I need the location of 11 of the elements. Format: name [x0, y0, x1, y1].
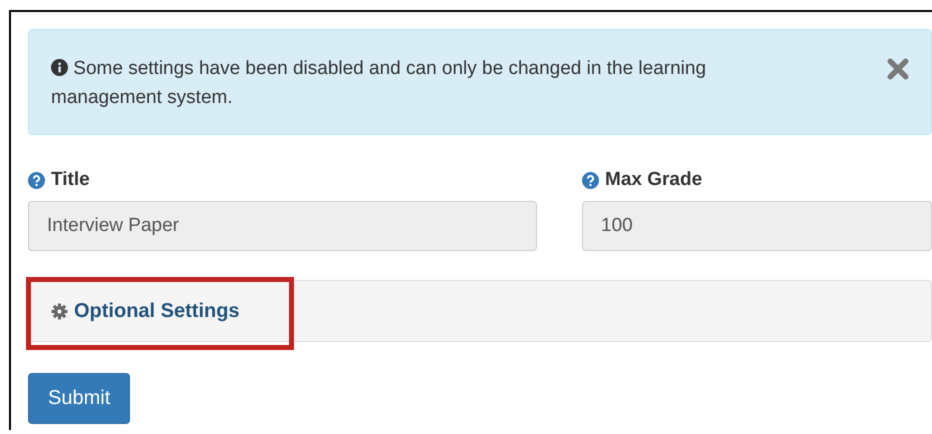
help-icon	[28, 172, 45, 188]
close-icon	[887, 58, 909, 80]
field-label: Max Grade	[605, 169, 702, 191]
close-button[interactable]	[887, 58, 909, 81]
optional-settings-toggle[interactable]: Optional Settings	[51, 300, 240, 322]
alert-message: Some settings have been disabled and can only be changed in the learning management system.	[51, 57, 708, 110]
gear-icon	[51, 302, 68, 320]
info-icon	[51, 59, 68, 76]
field-label: Title	[51, 169, 90, 191]
help-icon	[582, 172, 599, 188]
submit-button[interactable]: Submit	[28, 373, 130, 424]
